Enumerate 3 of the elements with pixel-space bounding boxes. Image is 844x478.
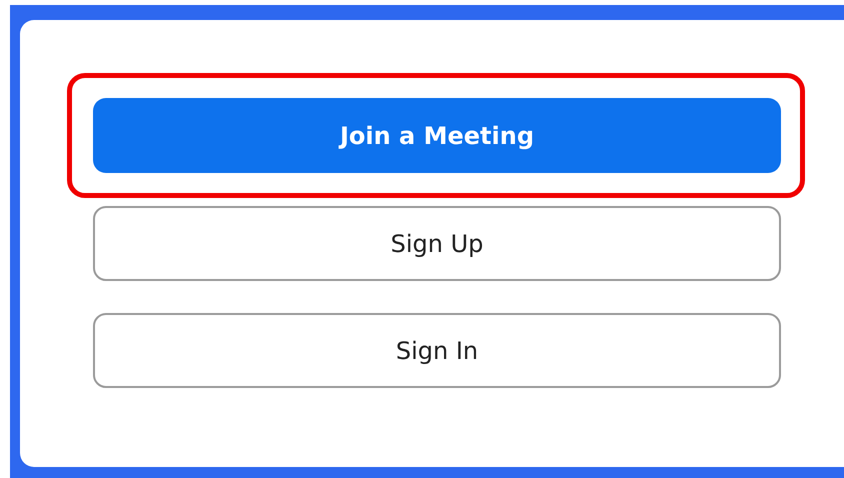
account-button[interactable]: Sign Up xyxy=(93,206,781,281)
join-button[interactable]: Join a Meeting xyxy=(93,98,781,173)
account-button[interactable]: Sign In xyxy=(93,313,781,388)
